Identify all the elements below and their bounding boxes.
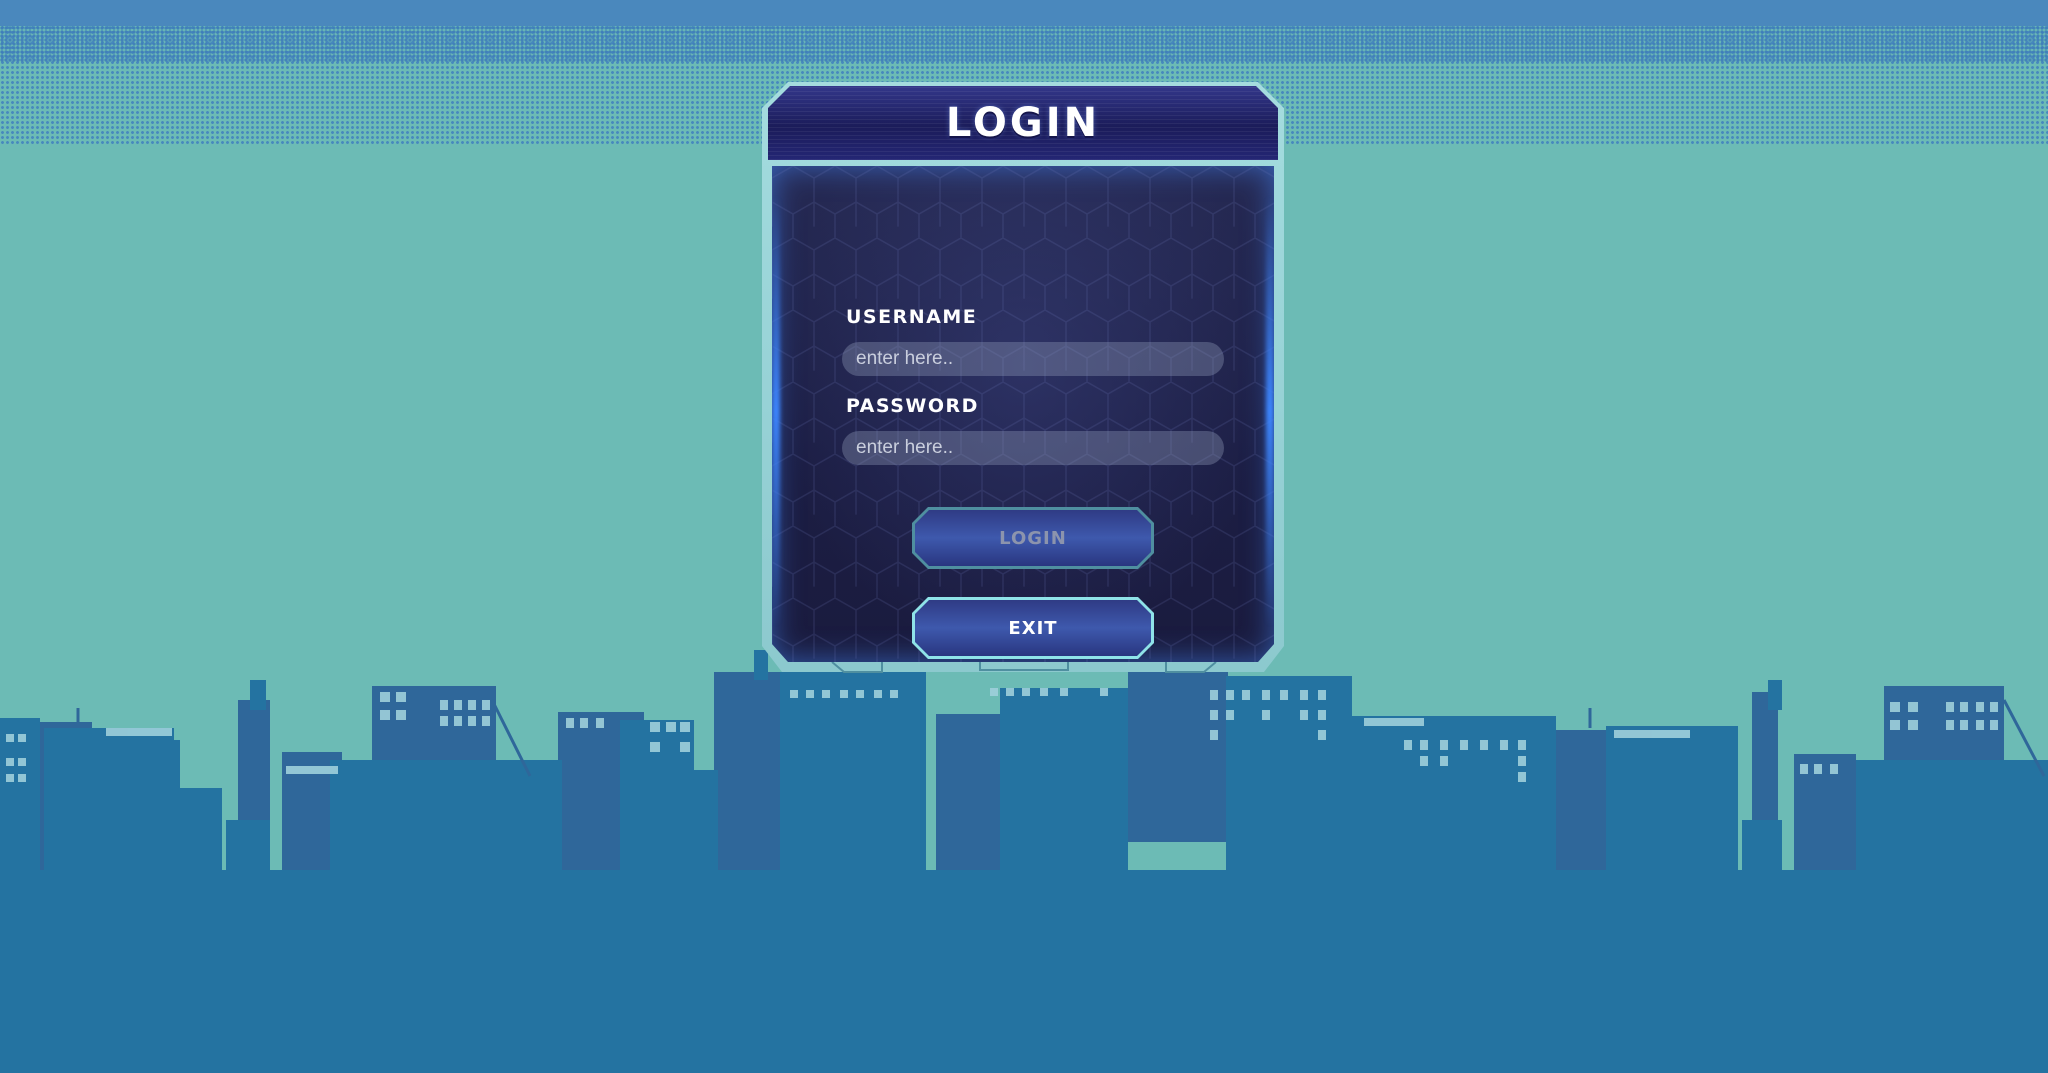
dialog-base-trim xyxy=(831,662,1217,673)
dialog-title: LOGIN xyxy=(945,100,1101,146)
right-edge-glow xyxy=(1266,196,1274,626)
login-dialog: LOGIN USERNAME PASSWORD LOGIN EXIT xyxy=(762,82,1284,673)
username-input[interactable] xyxy=(842,342,1224,376)
password-label: PASSWORD xyxy=(846,395,979,417)
left-edge-glow xyxy=(772,196,780,626)
dialog-body: USERNAME PASSWORD LOGIN EXIT xyxy=(772,166,1274,662)
exit-button[interactable]: EXIT xyxy=(912,597,1154,659)
login-button-label: LOGIN xyxy=(999,527,1067,549)
dialog-header: LOGIN xyxy=(768,86,1278,160)
exit-button-label: EXIT xyxy=(1008,617,1058,639)
username-label: USERNAME xyxy=(846,306,978,328)
login-button[interactable]: LOGIN xyxy=(912,507,1154,569)
password-input[interactable] xyxy=(842,431,1224,465)
